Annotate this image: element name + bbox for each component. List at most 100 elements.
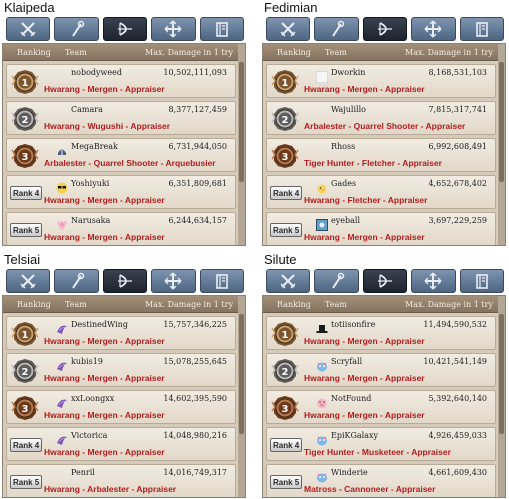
rank-label: Rank 5	[270, 223, 303, 237]
player-name[interactable]: xxLoongxx	[71, 394, 114, 403]
rank-medal-icon: 3	[11, 394, 39, 422]
player-name[interactable]: Scryfall	[331, 357, 362, 366]
team-classes: Hwarang - Mergen - Appraiser	[304, 373, 425, 383]
player-name[interactable]: Camara	[71, 105, 103, 114]
rank-label: Rank 5	[10, 475, 43, 489]
team-classes: Tiger Hunter - Fletcher - Appraiser	[304, 158, 442, 168]
scrollbar-thumb[interactable]	[239, 314, 244, 434]
player-name[interactable]: kubis19	[71, 357, 103, 366]
scrollbar[interactable]	[498, 44, 505, 245]
header-max-damage: Max. Damage in 1 try	[145, 300, 233, 309]
rank-medal-icon: 2	[271, 357, 299, 385]
class-tab[interactable]	[362, 269, 408, 293]
class-tab[interactable]	[102, 269, 148, 293]
player-name[interactable]: DestinedWing	[71, 320, 128, 329]
player-name[interactable]: EpiKGalaxy	[331, 431, 378, 440]
class-tab[interactable]	[266, 17, 311, 41]
class-tab[interactable]	[199, 269, 245, 293]
player-name[interactable]: eyeball	[331, 216, 360, 225]
class-tab[interactable]	[266, 269, 311, 293]
player-avatar-icon	[316, 179, 328, 194]
ranking-board: Ranking Team Max. Damage in 1 try 1 totiison…	[262, 295, 506, 498]
staff-icon	[331, 20, 344, 37]
player-name[interactable]: Dworkin	[331, 68, 365, 77]
class-tab[interactable]	[362, 17, 408, 41]
server-title: Telsiai	[4, 252, 41, 267]
player-name[interactable]: Victorica	[71, 431, 107, 440]
ranking-header: Ranking Team Max. Damage in 1 try	[263, 296, 499, 313]
class-tab[interactable]	[459, 269, 505, 293]
svg-text:2: 2	[282, 115, 289, 126]
class-tab[interactable]	[314, 17, 359, 41]
max-damage-value: 14,048,980,216	[163, 431, 227, 440]
scrollbar-thumb[interactable]	[239, 62, 244, 182]
ranking-row: 1 totiisonfire 11,494,590,532 Hwarang - Mer…	[266, 316, 496, 350]
rank-medal-icon: 1	[11, 320, 39, 348]
class-tab[interactable]	[199, 17, 245, 41]
ranking-row: Rank 4 Yoshiyuki 6,351,809,681 Hwarang - Me…	[6, 175, 236, 209]
max-damage-value: 6,351,809,681	[168, 179, 227, 188]
max-damage-value: 14,602,395,590	[163, 394, 227, 403]
max-damage-value: 8,168,531,103	[428, 68, 487, 77]
player-name[interactable]: MegaBreak	[71, 142, 118, 151]
player-name[interactable]: NotFound	[331, 394, 371, 403]
class-tab[interactable]	[459, 17, 505, 41]
max-damage-value: 11,494,590,532	[423, 320, 487, 329]
scrollbar[interactable]	[498, 296, 505, 497]
team-classes: Hwarang - Mergen - Appraiser	[44, 373, 165, 383]
ranking-row: Rank 4 Victorica 14,048,980,216 Hwarang - M…	[6, 427, 236, 461]
svg-text:3: 3	[282, 152, 289, 163]
ranking-row: Rank 5 eyeball 3,697,229,259 Hwarang - Merg…	[266, 212, 496, 245]
class-tab[interactable]	[151, 17, 196, 41]
compass-arrows-icon	[164, 20, 182, 38]
max-damage-value: 5,392,640,140	[428, 394, 487, 403]
class-tab-bar	[266, 269, 505, 293]
player-name[interactable]: Penril	[71, 468, 95, 477]
player-name[interactable]: Winderie	[331, 468, 368, 477]
scrollbar[interactable]	[238, 44, 245, 245]
team-classes: Arbalester - Quarrel Shooter - Arquebusi…	[44, 158, 216, 168]
player-name[interactable]: nobodyweed	[71, 68, 122, 77]
bow-icon	[118, 22, 133, 36]
class-tab[interactable]	[314, 269, 359, 293]
player-name[interactable]: Narusaka	[71, 216, 110, 225]
player-name[interactable]: Yoshiyuki	[71, 179, 109, 188]
rank-medal-icon: 3	[271, 142, 299, 170]
max-damage-value: 4,661,609,430	[428, 468, 487, 477]
max-damage-value: 15,757,346,225	[163, 320, 227, 329]
player-avatar-icon	[56, 179, 68, 194]
class-tab[interactable]	[151, 269, 196, 293]
staff-icon	[331, 272, 344, 289]
player-avatar-icon	[56, 320, 68, 334]
player-name[interactable]: totiisonfire	[331, 320, 375, 329]
rank-medal-icon: 3	[271, 394, 299, 422]
ranking-header: Ranking Team Max. Damage in 1 try	[3, 44, 239, 61]
class-tab[interactable]	[54, 269, 99, 293]
server-title: Klaipeda	[4, 0, 55, 15]
team-classes: Hwarang - Mergen - Appraiser	[44, 195, 165, 205]
class-tab[interactable]	[6, 17, 51, 41]
class-tab[interactable]	[411, 17, 456, 41]
max-damage-value: 3,697,229,259	[428, 216, 487, 225]
class-tab[interactable]	[102, 17, 148, 41]
class-tab[interactable]	[6, 269, 51, 293]
max-damage-value: 8,377,127,459	[168, 105, 227, 114]
scrollbar[interactable]	[238, 296, 245, 497]
header-max-damage: Max. Damage in 1 try	[405, 48, 493, 57]
player-avatar-icon	[316, 357, 328, 372]
player-name[interactable]: Rhoss	[331, 142, 355, 151]
max-damage-value: 15,078,255,645	[163, 357, 227, 366]
player-name[interactable]: Gades	[331, 179, 356, 188]
class-tab[interactable]	[411, 269, 456, 293]
ranking-row: 2 Camara 8,377,127,459 Hwarang - Wugushi - …	[6, 101, 236, 135]
class-tab[interactable]	[54, 17, 99, 41]
team-classes: Hwarang - Mergen - Appraiser	[44, 232, 165, 242]
svg-text:3: 3	[22, 152, 29, 163]
scrollbar-thumb[interactable]	[499, 314, 504, 434]
header-team: Team	[325, 48, 347, 57]
max-damage-value: 4,926,459,033	[428, 431, 487, 440]
ranking-row: Rank 5 Penril 14,016,749,317 Hwarang - Arba…	[6, 464, 236, 497]
player-name[interactable]: Wajulillo	[331, 105, 366, 114]
ranking-row: 2 Scryfall 10,421,541,149 Hwarang - Mergen …	[266, 353, 496, 387]
scrollbar-thumb[interactable]	[499, 62, 504, 182]
